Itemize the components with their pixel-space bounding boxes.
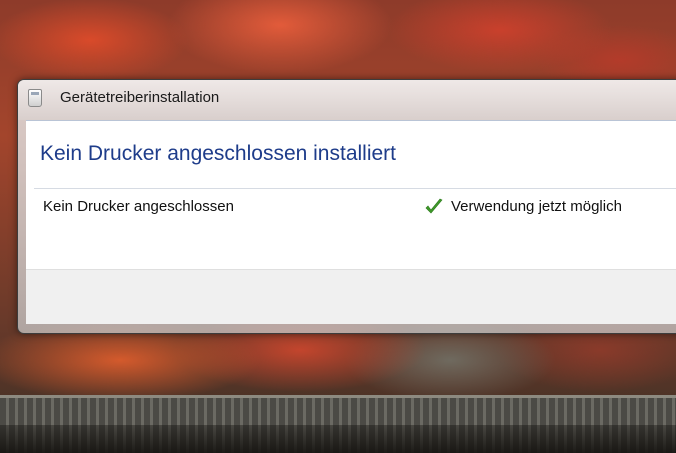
device-installer-icon [28, 89, 42, 107]
divider [34, 188, 676, 189]
device-driver-installation-dialog: Gerätetreiberinstallation Kein Drucker a… [17, 79, 676, 334]
green-checkmark-icon [425, 198, 443, 214]
page-title: Kein Drucker angeschlossen installiert [40, 142, 397, 165]
dialog-footer [26, 269, 676, 324]
background-shadow [0, 425, 676, 453]
window-title: Gerätetreiberinstallation [60, 89, 220, 106]
dialog-content: Kein Drucker angeschlossen installiert K… [26, 120, 676, 269]
device-status: Verwendung jetzt möglich [451, 198, 622, 215]
device-name: Kein Drucker angeschlossen [43, 198, 234, 215]
title-bar[interactable]: Gerätetreiberinstallation [18, 80, 676, 120]
